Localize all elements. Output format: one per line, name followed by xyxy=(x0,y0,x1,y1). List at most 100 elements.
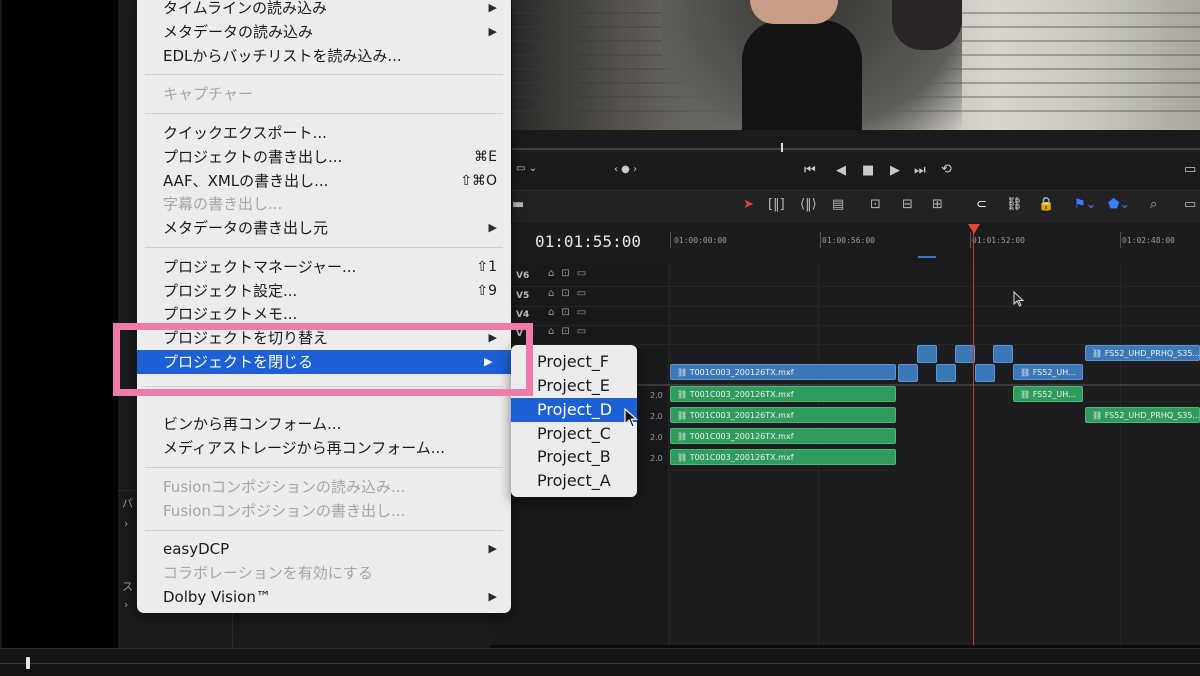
snapping-icon[interactable]: ⊂ xyxy=(976,197,987,212)
audio-clip[interactable]: ⛓ T001C003_200126TX.mxf xyxy=(670,449,896,465)
audio-clip[interactable]: ⛓ T001C003_200126TX.mxf xyxy=(670,428,896,444)
menu-item-export-project[interactable]: プロジェクトの書き出し... ⌘E xyxy=(163,146,503,168)
viewer-options-icon[interactable]: ▭ ⌄ xyxy=(516,163,537,174)
nav-marker-icon[interactable]: ‹ ● › xyxy=(614,164,637,175)
menu-item-reconform-from-bins[interactable]: ビンから再コンフォーム... xyxy=(163,413,503,435)
bottom-scrub-handle[interactable] xyxy=(26,657,30,669)
menu-item-reconform-from-storage[interactable]: メディアストレージから再コンフォーム... xyxy=(163,437,503,459)
left-panel-label-1: パ xyxy=(122,497,133,510)
submenu-item-project-e[interactable]: Project_E xyxy=(537,375,610,397)
menu-item-export-metadata-from[interactable]: メタデータの書き出し元 ▶ xyxy=(163,217,503,239)
left-black-strip xyxy=(0,0,120,648)
trim-tool-icon[interactable]: [‖] xyxy=(768,197,785,212)
left-panel-label-2: ス xyxy=(122,580,133,593)
audio-volume: 2.0 xyxy=(650,391,663,400)
timeline-clip[interactable]: ⛓ T001C003_200126TX.mxf xyxy=(670,364,896,380)
arrow-pointer-icon xyxy=(1013,291,1025,307)
zoom-timeline-icon[interactable]: ⌕ xyxy=(1150,197,1157,212)
ruler-label: 01:00:00:00 xyxy=(674,236,727,245)
menu-item-project-manager[interactable]: プロジェクトマネージャー... ⇧1 xyxy=(163,256,503,278)
submenu-arrow-icon: ▶ xyxy=(488,590,497,603)
shortcut: ⇧⌘O xyxy=(460,173,497,189)
play-icon[interactable]: ▶ xyxy=(890,163,900,178)
lock-icon[interactable]: 🔒 xyxy=(1038,197,1054,212)
blade-tool-icon[interactable]: ▤ xyxy=(832,197,844,212)
overwrite-clip-icon[interactable]: ⊟ xyxy=(902,197,913,212)
timeline-clip[interactable] xyxy=(975,364,995,382)
chevron-right-icon[interactable]: › xyxy=(124,598,128,611)
track-controls[interactable]: ⌂⊡▭ xyxy=(548,288,593,299)
shortcut: ⇧9 xyxy=(476,283,497,299)
marker-icon[interactable]: ⬟⌄ xyxy=(1108,197,1130,212)
person-hair xyxy=(892,0,962,50)
track-controls[interactable]: ⌂⊡▭ xyxy=(548,268,593,279)
menu-item-import-metadata[interactable]: メタデータの読み込み ▶ xyxy=(163,21,503,43)
ruler-label: 01:01:52:00 xyxy=(972,236,1025,245)
person-chin xyxy=(750,0,838,24)
person-shirt xyxy=(742,20,862,130)
loop-icon[interactable]: ⟲ xyxy=(941,162,952,177)
replace-clip-icon[interactable]: ⊞ xyxy=(932,197,943,212)
playhead[interactable] xyxy=(973,230,974,645)
menu-item-dolby-vision[interactable]: Dolby Vision™ ▶ xyxy=(163,586,503,608)
timeline-clip[interactable] xyxy=(993,345,1013,363)
arrow-pointer-icon xyxy=(624,408,638,428)
insert-clip-icon[interactable]: ⊡ xyxy=(870,197,881,212)
submenu-arrow-icon: ▶ xyxy=(488,221,497,234)
menu-separator xyxy=(145,74,503,75)
timeline-view-icon[interactable]: ▬ xyxy=(512,197,524,212)
submenu-item-project-b[interactable]: Project_B xyxy=(537,446,611,468)
menu-item-easydcp[interactable]: easyDCP ▶ xyxy=(163,538,503,560)
play-reverse-icon[interactable]: ◀ xyxy=(836,163,846,178)
bottom-bar xyxy=(0,648,1200,676)
submenu-item-project-c[interactable]: Project_C xyxy=(537,423,611,445)
submenu-item-project-d[interactable]: Project_D xyxy=(537,399,612,421)
chevron-right-icon[interactable]: › xyxy=(124,517,128,530)
timeline-clip[interactable] xyxy=(898,364,918,382)
menu-item-export-fusion: Fusionコンポジションの書き出し... xyxy=(163,502,406,520)
audio-clip[interactable]: ⛓ FS52_UHD_PRHQ_S35... xyxy=(1085,407,1200,423)
menu-item-project-notes[interactable]: プロジェクトメモ... xyxy=(163,303,503,325)
timeline-clip[interactable]: ⛓ FS52_UHD_PRHQ_S35... xyxy=(1085,345,1200,361)
shortcut: ⇧1 xyxy=(476,259,497,275)
menu-item-quick-export[interactable]: クイックエクスポート... xyxy=(163,122,503,144)
menu-item-project-settings[interactable]: プロジェクト設定... ⇧9 xyxy=(163,280,503,302)
menu-item-export-aaf-xml[interactable]: AAF、XMLの書き出し... ⇧⌘O xyxy=(163,170,503,192)
timeline-clip[interactable] xyxy=(955,345,975,363)
track-name: V6 xyxy=(516,271,530,281)
dynamic-trim-icon[interactable]: ⟨‖⟩ xyxy=(800,197,817,212)
submenu-item-project-a[interactable]: Project_A xyxy=(537,470,611,492)
track-controls[interactable]: ⌂⊡▭ xyxy=(548,326,593,337)
menu-separator xyxy=(145,530,503,531)
menu-item-enable-collaboration: コラボレーションを有効にする xyxy=(163,564,373,582)
scrubber-handle[interactable] xyxy=(781,143,783,152)
shortcut: ⌘E xyxy=(474,149,497,165)
audio-clip[interactable]: ⛓ FS52_UH... xyxy=(1013,386,1083,402)
track-controls[interactable]: ⌂⊡▭ xyxy=(548,307,593,318)
viewer-scrubber[interactable] xyxy=(512,130,1200,155)
go-to-start-icon[interactable]: ⏮ xyxy=(804,163,816,178)
menu-separator xyxy=(145,247,503,248)
highlight-annotation-box xyxy=(113,323,533,396)
selection-tool-icon[interactable]: ➤ xyxy=(743,197,754,212)
menu-item-capture: キャプチャー xyxy=(163,85,253,103)
audio-clip[interactable]: ⛓ T001C003_200126TX.mxf xyxy=(670,407,896,423)
ruler-label: 01:00:56:00 xyxy=(822,236,875,245)
menu-item-import-edl[interactable]: EDLからバッチリストを読み込み... xyxy=(163,45,503,67)
viewer-layout-icon[interactable]: ▭ xyxy=(1184,162,1196,177)
submenu-item-project-f[interactable]: Project_F xyxy=(537,351,609,373)
audio-clip[interactable]: ⛓ T001C003_200126TX.mxf xyxy=(670,386,896,402)
stop-icon[interactable]: ■ xyxy=(862,163,874,178)
timeline-clip[interactable] xyxy=(917,345,937,363)
flag-icon[interactable]: ⚑⌄ xyxy=(1074,197,1097,212)
menu-separator xyxy=(145,467,503,468)
go-to-end-icon[interactable]: ⏭ xyxy=(914,163,926,178)
timeline-clip[interactable]: ⛓ FS52_UH... xyxy=(1013,364,1083,380)
timeline-clip[interactable] xyxy=(936,364,956,382)
detail-zoom-icon[interactable]: ▭ xyxy=(1184,197,1196,212)
playhead-handle[interactable] xyxy=(968,224,980,234)
menu-item-import-timeline[interactable]: タイムラインの読み込み ▶ xyxy=(163,0,503,19)
in-out-marker xyxy=(918,256,936,258)
video-viewer[interactable] xyxy=(512,0,1200,130)
link-icon[interactable]: ⛓ xyxy=(1006,197,1023,212)
